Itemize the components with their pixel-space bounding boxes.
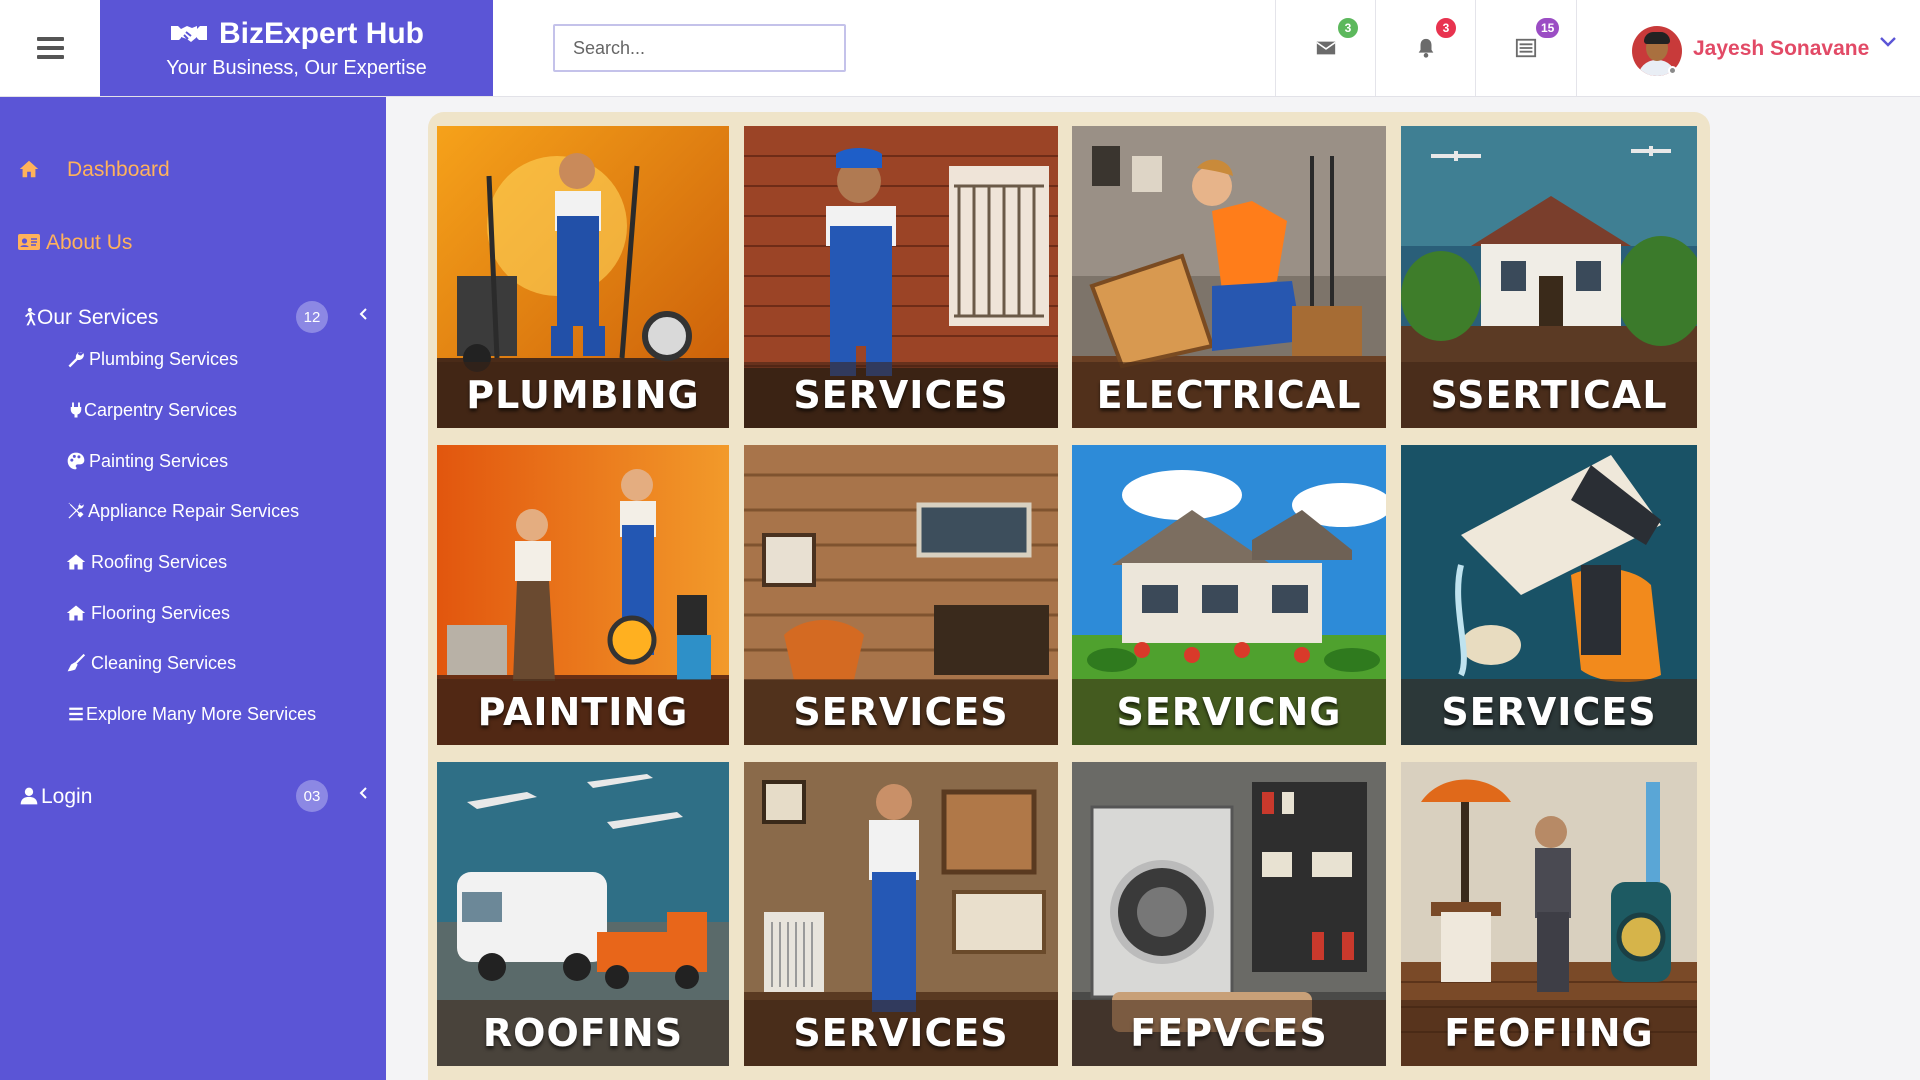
sidebar-subitem-label: Cleaning Services <box>91 653 237 673</box>
service-tile-painting[interactable]: PAINTING <box>437 445 729 745</box>
id-card-icon <box>17 231 41 253</box>
house-icon <box>65 602 87 624</box>
sidebar-item-label: Dashboard <box>67 158 170 181</box>
sidebar-item-label: About Us <box>46 231 133 254</box>
tile-caption: FEOFIING <box>1401 1000 1697 1066</box>
sidebar-subitem-label: Explore Many More Services <box>86 704 317 724</box>
service-tile-electrical[interactable]: ELECTRICAL <box>1072 126 1386 428</box>
envelope-icon <box>1315 41 1336 55</box>
sidebar-item-label: Login <box>41 785 93 808</box>
status-dot <box>1668 66 1677 75</box>
service-tile-services-3[interactable]: SERVICES <box>1401 445 1697 745</box>
brand-title: BizExpert Hub <box>218 17 425 50</box>
home-icon <box>17 158 41 180</box>
main-content: PLUMBING SERVICES ELECTRICAL SSERTICAL P… <box>386 97 1920 1080</box>
tasks-button[interactable]: 15 <box>1475 0 1575 96</box>
sidebar-subitem-cleaning[interactable]: Cleaning Services <box>0 643 386 683</box>
services-collage: PLUMBING SERVICES ELECTRICAL SSERTICAL P… <box>428 112 1710 1080</box>
sidebar-item-services[interactable]: Our Services 12 <box>0 295 386 339</box>
tasks-count-badge: 15 <box>1534 16 1562 40</box>
sidebar-item-login[interactable]: Login 03 <box>0 774 386 818</box>
service-tile-services-1[interactable]: SERVICES <box>744 126 1058 428</box>
tile-caption: SSERTICAL <box>1401 362 1697 428</box>
sidebar-subitem-label: Plumbing Services <box>89 349 239 369</box>
brand-tagline: Your Business, Our Expertise <box>166 57 427 79</box>
house-icon <box>65 551 87 573</box>
bars-icon <box>65 703 87 725</box>
hamburger-icon <box>36 37 64 59</box>
messages-count-badge: 3 <box>1336 16 1360 40</box>
list-icon <box>1515 38 1536 58</box>
chevron-left-icon <box>359 308 367 320</box>
tile-caption: SERVICES <box>744 1000 1058 1066</box>
service-tile-plumbing[interactable]: PLUMBING <box>437 126 729 428</box>
service-tile-feofiing[interactable]: FEOFIING <box>1401 762 1697 1066</box>
tile-caption: PAINTING <box>437 679 729 745</box>
login-count-badge: 03 <box>296 780 328 812</box>
top-header: BizExpert Hub Your Business, Our Experti… <box>0 0 1920 97</box>
palette-icon <box>65 450 87 472</box>
service-tile-roofins[interactable]: ROOFINS <box>437 762 729 1066</box>
tile-caption: SERVICES <box>744 679 1058 745</box>
sidebar-subitem-appliance-repair[interactable]: Appliance Repair Services <box>0 491 386 531</box>
sidebar-subitem-painting[interactable]: Painting Services <box>0 441 386 481</box>
sidebar-subitem-label: Painting Services <box>89 451 229 471</box>
sidebar: Dashboard About Us Our Services 12 Plumb… <box>0 97 386 1080</box>
chevron-left-icon <box>359 787 367 799</box>
search-input[interactable] <box>553 24 846 72</box>
tile-caption: SERVICES <box>1401 679 1697 745</box>
tile-caption: FEPVCES <box>1072 1000 1386 1066</box>
sidebar-subitem-roofing[interactable]: Roofing Services <box>0 542 386 582</box>
wrench-icon <box>65 348 87 370</box>
user-menu[interactable]: Jayesh Sonavane <box>1576 0 1920 96</box>
brand-title-row: BizExpert Hub <box>100 17 493 51</box>
bell-icon <box>1418 38 1433 58</box>
service-tile-services-4[interactable]: SERVICES <box>744 762 1058 1066</box>
sidebar-subitem-plumbing[interactable]: Plumbing Services <box>0 339 386 379</box>
tile-caption: SERVICES <box>744 362 1058 428</box>
menu-toggle-button[interactable] <box>0 0 100 96</box>
tile-caption: ELECTRICAL <box>1072 362 1386 428</box>
sidebar-item-dashboard[interactable]: Dashboard <box>0 149 386 189</box>
sidebar-item-label: Our Services <box>37 306 159 329</box>
messages-button[interactable]: 3 <box>1275 0 1375 96</box>
service-tile-servicng[interactable]: SERVICNG <box>1072 445 1386 745</box>
notifications-button[interactable]: 3 <box>1375 0 1475 96</box>
service-tile-fepvces[interactable]: FEPVCES <box>1072 762 1386 1066</box>
user-name: Jayesh Sonavane <box>1693 37 1870 60</box>
handshake-icon <box>170 26 207 42</box>
sidebar-subitem-label: Carpentry Services <box>84 400 238 420</box>
tile-caption: PLUMBING <box>437 362 729 428</box>
service-tile-services-2[interactable]: SERVICES <box>744 445 1058 745</box>
services-count-badge: 12 <box>296 301 328 333</box>
sidebar-subitem-label: Flooring Services <box>91 603 231 623</box>
sidebar-item-about[interactable]: About Us <box>0 222 386 262</box>
sidebar-subitem-label: Appliance Repair Services <box>88 501 300 521</box>
sidebar-subitem-explore-more[interactable]: Explore Many More Services <box>0 694 386 734</box>
sidebar-subitem-flooring[interactable]: Flooring Services <box>0 593 386 633</box>
notifications-count-badge: 3 <box>1434 16 1458 40</box>
service-tile-ssertical[interactable]: SSERTICAL <box>1401 126 1697 428</box>
chevron-down-icon <box>1880 37 1896 47</box>
sidebar-subitem-label: Roofing Services <box>91 552 228 572</box>
sidebar-subitem-carpentry[interactable]: Carpentry Services <box>0 390 386 430</box>
brand-block[interactable]: BizExpert Hub Your Business, Our Experti… <box>100 0 493 96</box>
tile-caption: SERVICNG <box>1072 679 1386 745</box>
tile-caption: ROOFINS <box>437 1000 729 1066</box>
tools-icon <box>65 500 87 522</box>
broom-icon <box>65 652 87 674</box>
user-icon <box>17 785 41 807</box>
